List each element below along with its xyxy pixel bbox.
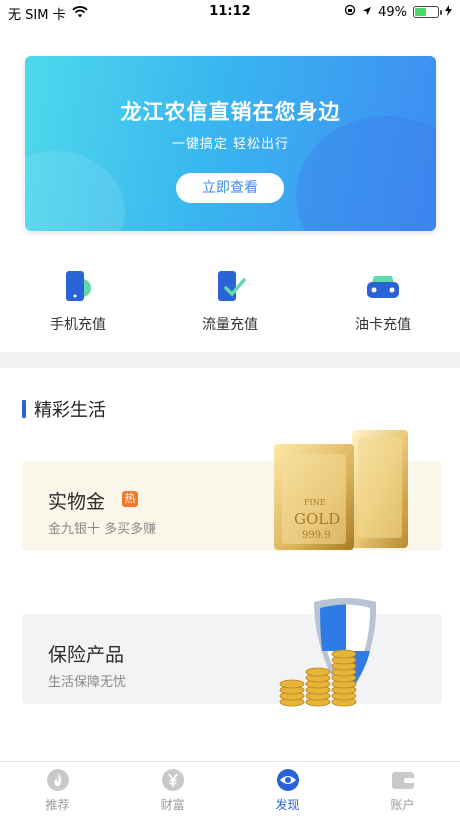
status-right: 49% xyxy=(344,4,452,20)
gold-bar-text-gold: GOLD xyxy=(294,510,341,528)
tab-account[interactable]: 账户 xyxy=(345,768,460,813)
gold-bar-text-purity: 999.9 xyxy=(302,530,331,541)
recharge-entries: 手机充值 流量充值 油卡充值 xyxy=(0,268,460,338)
insurance-card-title: 保险产品 xyxy=(48,644,125,666)
banner-title: 龙江农信直销在您身边 xyxy=(120,100,341,124)
eye-icon xyxy=(276,768,300,792)
data-recharge-label: 流量充值 xyxy=(202,317,258,333)
section-title: 精彩生活 xyxy=(34,400,106,421)
bottom-tab-bar: 推荐 财富 发现 账户 xyxy=(0,761,460,818)
wallet-icon xyxy=(391,768,415,792)
rotation-lock-icon xyxy=(344,4,356,20)
insurance-card-subtitle: 生活保障无忧 xyxy=(48,675,127,690)
data-recharge-icon xyxy=(212,268,248,304)
status-bar: 无 SIM 卡 11:12 49% xyxy=(0,0,460,24)
phone-recharge-label: 手机充值 xyxy=(50,317,106,333)
section-accent-bar xyxy=(22,400,26,418)
data-recharge-entry[interactable]: 流量充值 xyxy=(160,268,300,334)
yen-coin-icon xyxy=(161,768,185,792)
gold-bar-text-fine: FINE xyxy=(304,498,326,507)
section-divider xyxy=(0,352,460,368)
tab-account-label: 账户 xyxy=(390,798,415,812)
phone-recharge-icon xyxy=(60,268,96,304)
location-arrow-icon xyxy=(362,5,372,20)
hot-badge: 热 xyxy=(122,491,138,507)
fuel-card-recharge-entry[interactable]: 油卡充值 xyxy=(313,268,453,334)
banner-subtitle: 一键搞定 轻松出行 xyxy=(171,137,290,152)
tab-wealth-label: 财富 xyxy=(160,798,185,812)
gold-card-title: 实物金 xyxy=(48,491,106,513)
section-header: 精彩生活 xyxy=(22,398,106,421)
gold-card-subtitle: 金九银十 多买多赚 xyxy=(48,522,157,537)
tab-discover[interactable]: 发现 xyxy=(230,768,345,813)
phone-recharge-entry[interactable]: 手机充值 xyxy=(8,268,148,334)
banner-decoration xyxy=(25,151,125,231)
view-now-button[interactable]: 立即查看 xyxy=(176,173,284,203)
tab-recommend[interactable]: 推荐 xyxy=(0,768,115,813)
charging-bolt-icon xyxy=(445,4,452,20)
battery-icon xyxy=(413,6,442,18)
promo-banner[interactable]: 龙江农信直销在您身边 一键搞定 轻松出行 立即查看 xyxy=(25,56,436,231)
fuel-card-label: 油卡充值 xyxy=(355,317,411,333)
tab-recommend-label: 推荐 xyxy=(45,798,70,812)
shield-coins-illustration xyxy=(276,596,416,708)
tab-wealth[interactable]: 财富 xyxy=(115,768,230,813)
gold-bars-illustration: FINE GOLD 999.9 xyxy=(272,428,412,552)
flame-icon xyxy=(46,768,70,792)
tab-discover-label: 发现 xyxy=(275,798,300,812)
fuel-card-icon xyxy=(365,268,401,304)
battery-percent: 49% xyxy=(378,4,407,20)
